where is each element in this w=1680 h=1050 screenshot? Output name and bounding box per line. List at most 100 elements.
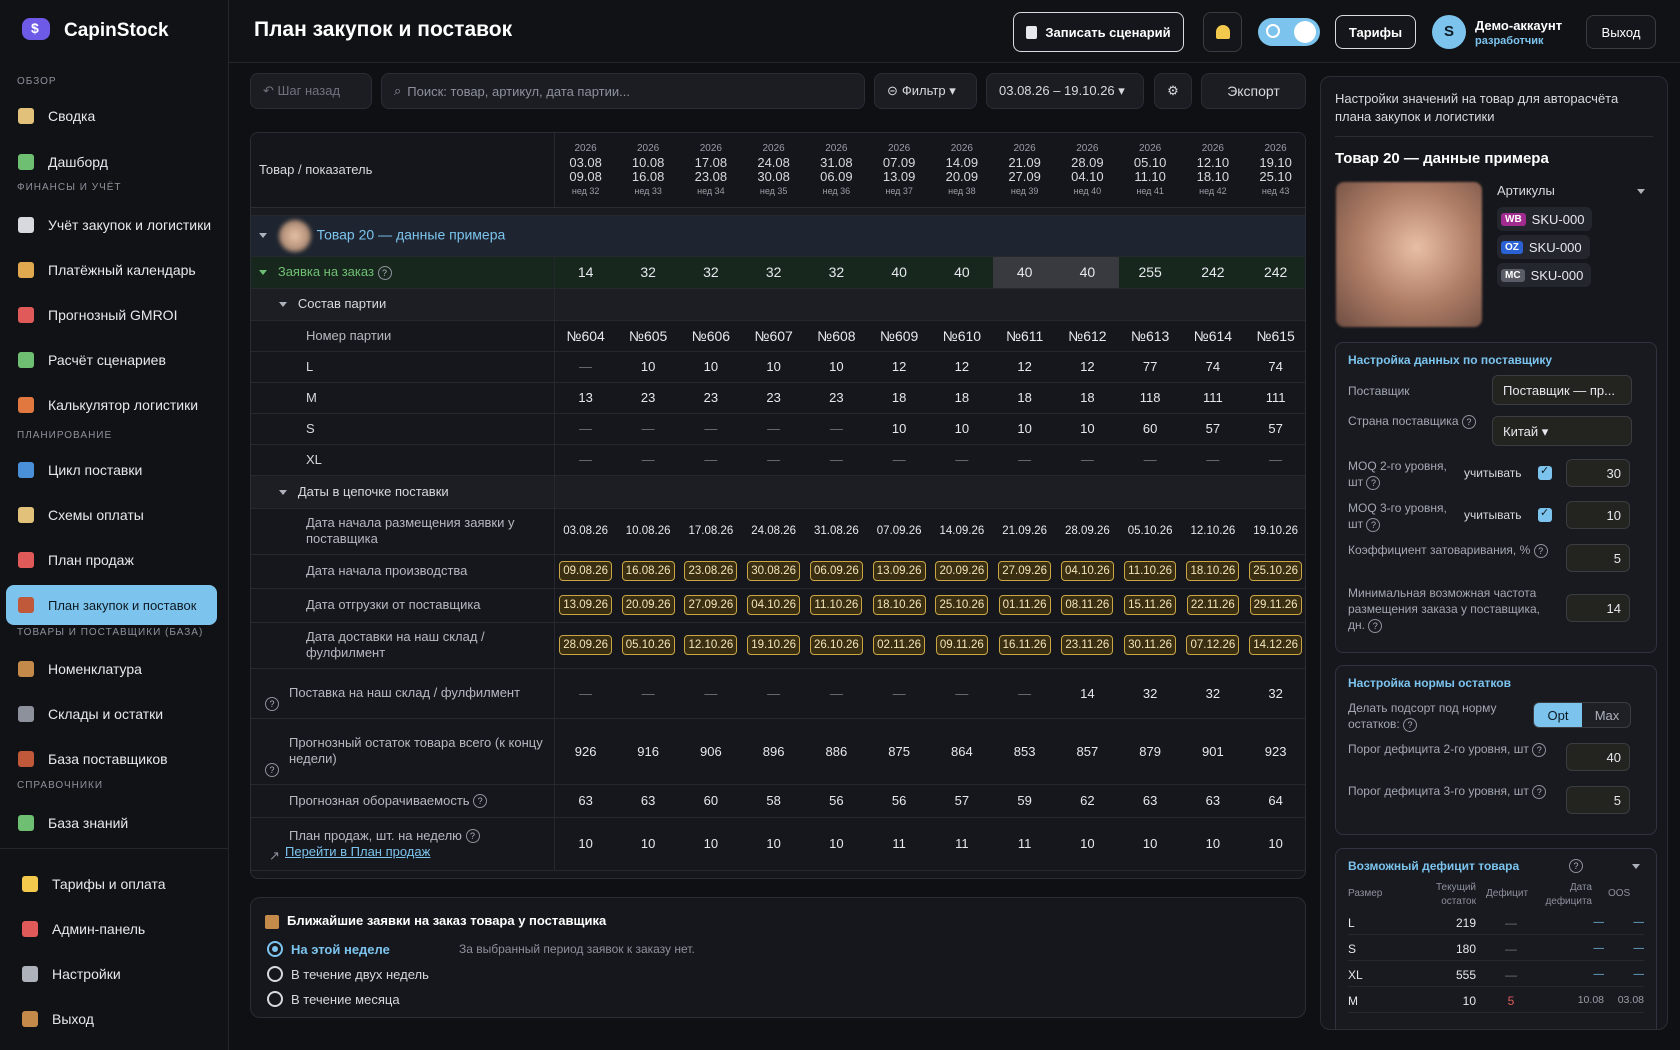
supplier-select[interactable]: Поставщик — пр... <box>1492 375 1632 405</box>
chevron-down-icon[interactable] <box>1632 864 1640 869</box>
moq2-input[interactable]: 30 <box>1566 459 1630 487</box>
delivery-date-cell[interactable]: 30.11.26 <box>1118 622 1182 669</box>
sales-plan-link[interactable]: Перейти в План продаж <box>285 844 430 859</box>
sidebar-item-14[interactable]: База поставщиков <box>6 739 217 779</box>
production-date-cell[interactable]: 11.10.26 <box>1118 554 1182 589</box>
order-cell[interactable]: 40 <box>993 256 1056 289</box>
production-date-cell[interactable]: 25.10.26 <box>1244 554 1305 589</box>
settings-gear-button[interactable]: ⚙ <box>1154 73 1192 109</box>
sales-plan-cell[interactable]: 11 <box>993 817 1056 871</box>
production-date-cell[interactable]: 09.08.26 <box>554 554 617 589</box>
country-select[interactable]: Китай ▾ <box>1492 416 1632 446</box>
tariffs-button[interactable]: Тарифы <box>1335 15 1416 49</box>
sidebar-bottom-item-1[interactable]: Тарифы и оплата <box>10 864 221 904</box>
size-cell[interactable]: 10 <box>616 351 680 383</box>
delivery-date-cell[interactable]: 16.11.26 <box>993 622 1056 669</box>
help-icon[interactable]: ? <box>1368 618 1383 633</box>
size-cell[interactable]: 10 <box>930 413 994 445</box>
radio-this-week[interactable] <box>267 941 283 957</box>
deficit2-input[interactable]: 40 <box>1566 743 1630 771</box>
help-icon[interactable]: ? <box>265 696 279 711</box>
article-tag[interactable]: OZ SKU-000 <box>1497 235 1590 259</box>
delivery-date-cell[interactable]: 28.09.26 <box>554 622 617 669</box>
size-cell[interactable]: 12 <box>867 351 931 383</box>
opt-option[interactable]: Opt <box>1534 703 1582 727</box>
size-cell[interactable]: — <box>1118 444 1182 476</box>
undo-button[interactable]: ↶ Шаг назад <box>250 73 372 109</box>
shipment-date-cell[interactable]: 27.09.26 <box>679 588 743 623</box>
size-cell[interactable]: 23 <box>616 382 680 414</box>
help-icon[interactable]: ? <box>1366 517 1381 532</box>
help-icon[interactable]: ? <box>377 265 392 280</box>
week-header[interactable]: 2026 31.08 06.09 нед 36 <box>805 133 868 208</box>
help-icon[interactable]: ? <box>473 794 488 809</box>
sidebar-item-13[interactable]: Склады и остатки <box>6 694 217 734</box>
option-two-weeks[interactable]: В течение двух недель <box>291 967 429 982</box>
batch-section-row[interactable]: Состав партии <box>251 288 1305 321</box>
shipment-date-cell[interactable]: 18.10.26 <box>867 588 931 623</box>
size-cell[interactable]: 111 <box>1244 382 1305 414</box>
shipment-date-cell[interactable]: 08.11.26 <box>1056 588 1119 623</box>
order-cell[interactable]: 40 <box>930 256 994 289</box>
sidebar-item-1[interactable]: Сводка <box>6 96 217 136</box>
size-cell[interactable]: 18 <box>993 382 1056 414</box>
sidebar-item-7[interactable]: Калькулятор логистики <box>6 385 217 425</box>
week-header[interactable]: 2026 24.08 30.08 нед 35 <box>742 133 805 208</box>
size-cell[interactable]: 10 <box>993 413 1056 445</box>
notifications-button[interactable] <box>1203 12 1242 52</box>
size-cell[interactable]: — <box>993 444 1056 476</box>
size-cell[interactable]: 18 <box>867 382 931 414</box>
size-cell[interactable]: 10 <box>867 413 931 445</box>
size-cell[interactable]: 60 <box>1118 413 1182 445</box>
size-cell[interactable]: 18 <box>1056 382 1119 414</box>
moq2-checkbox[interactable] <box>1538 464 1552 480</box>
size-cell[interactable]: 10 <box>742 351 805 383</box>
size-cell[interactable]: 57 <box>1244 413 1305 445</box>
help-icon[interactable]: ? <box>1569 859 1583 873</box>
week-header[interactable]: 2026 03.08 09.08 нед 32 <box>554 133 617 208</box>
production-date-cell[interactable]: 18.10.26 <box>1181 554 1245 589</box>
order-cell[interactable]: 32 <box>805 256 868 289</box>
week-header[interactable]: 2026 17.08 23.08 нед 34 <box>679 133 743 208</box>
shipment-date-cell[interactable]: 13.09.26 <box>554 588 617 623</box>
sidebar-item-9[interactable]: Схемы оплаты <box>6 495 217 535</box>
chevron-down-icon[interactable] <box>259 233 267 238</box>
date-range-select[interactable]: 03.08.26 – 19.10.26 ▾ <box>986 73 1144 109</box>
sales-plan-cell[interactable]: 10 <box>1118 817 1182 871</box>
record-scenario-button[interactable]: Записать сценарий <box>1013 12 1184 52</box>
article-tag[interactable]: MC SKU-000 <box>1497 263 1592 287</box>
sidebar-item-10[interactable]: План продаж <box>6 540 217 580</box>
size-cell[interactable]: 23 <box>805 382 868 414</box>
production-date-cell[interactable]: 06.09.26 <box>805 554 868 589</box>
chevron-down-icon[interactable] <box>1637 189 1645 194</box>
option-this-week[interactable]: На этой неделе <box>291 942 390 957</box>
help-icon[interactable]: ? <box>1532 742 1547 757</box>
size-cell[interactable]: 10 <box>1056 413 1119 445</box>
radio-month[interactable] <box>267 991 283 1007</box>
week-header[interactable]: 2026 12.10 18.10 нед 42 <box>1181 133 1245 208</box>
week-header[interactable]: 2026 21.09 27.09 нед 39 <box>993 133 1056 208</box>
week-header[interactable]: 2026 05.10 11.10 нед 41 <box>1118 133 1182 208</box>
delivery-date-cell[interactable]: 14.12.26 <box>1244 622 1305 669</box>
order-cell[interactable]: 32 <box>679 256 743 289</box>
size-cell[interactable]: — <box>742 413 805 445</box>
help-icon[interactable]: ? <box>265 762 279 777</box>
size-cell[interactable]: — <box>616 444 680 476</box>
delivery-date-cell[interactable]: 23.11.26 <box>1056 622 1119 669</box>
size-cell[interactable]: 10 <box>679 351 743 383</box>
size-cell[interactable]: — <box>867 444 931 476</box>
size-cell[interactable]: — <box>1056 444 1119 476</box>
overstock-input[interactable]: 5 <box>1566 544 1630 572</box>
sales-plan-cell[interactable]: 10 <box>742 817 805 871</box>
size-cell[interactable]: — <box>805 413 868 445</box>
size-cell[interactable]: 118 <box>1118 382 1182 414</box>
deficit3-input[interactable]: 5 <box>1566 786 1630 814</box>
week-header[interactable]: 2026 07.09 13.09 нед 37 <box>867 133 931 208</box>
shipment-date-cell[interactable]: 22.11.26 <box>1181 588 1245 623</box>
shipment-date-cell[interactable]: 25.10.26 <box>930 588 994 623</box>
size-cell[interactable]: — <box>679 444 743 476</box>
shipment-date-cell[interactable]: 01.11.26 <box>993 588 1056 623</box>
sales-plan-cell[interactable]: 10 <box>1181 817 1245 871</box>
sidebar-item-8[interactable]: Цикл поставки <box>6 450 217 490</box>
sales-plan-cell[interactable]: 10 <box>554 817 617 871</box>
